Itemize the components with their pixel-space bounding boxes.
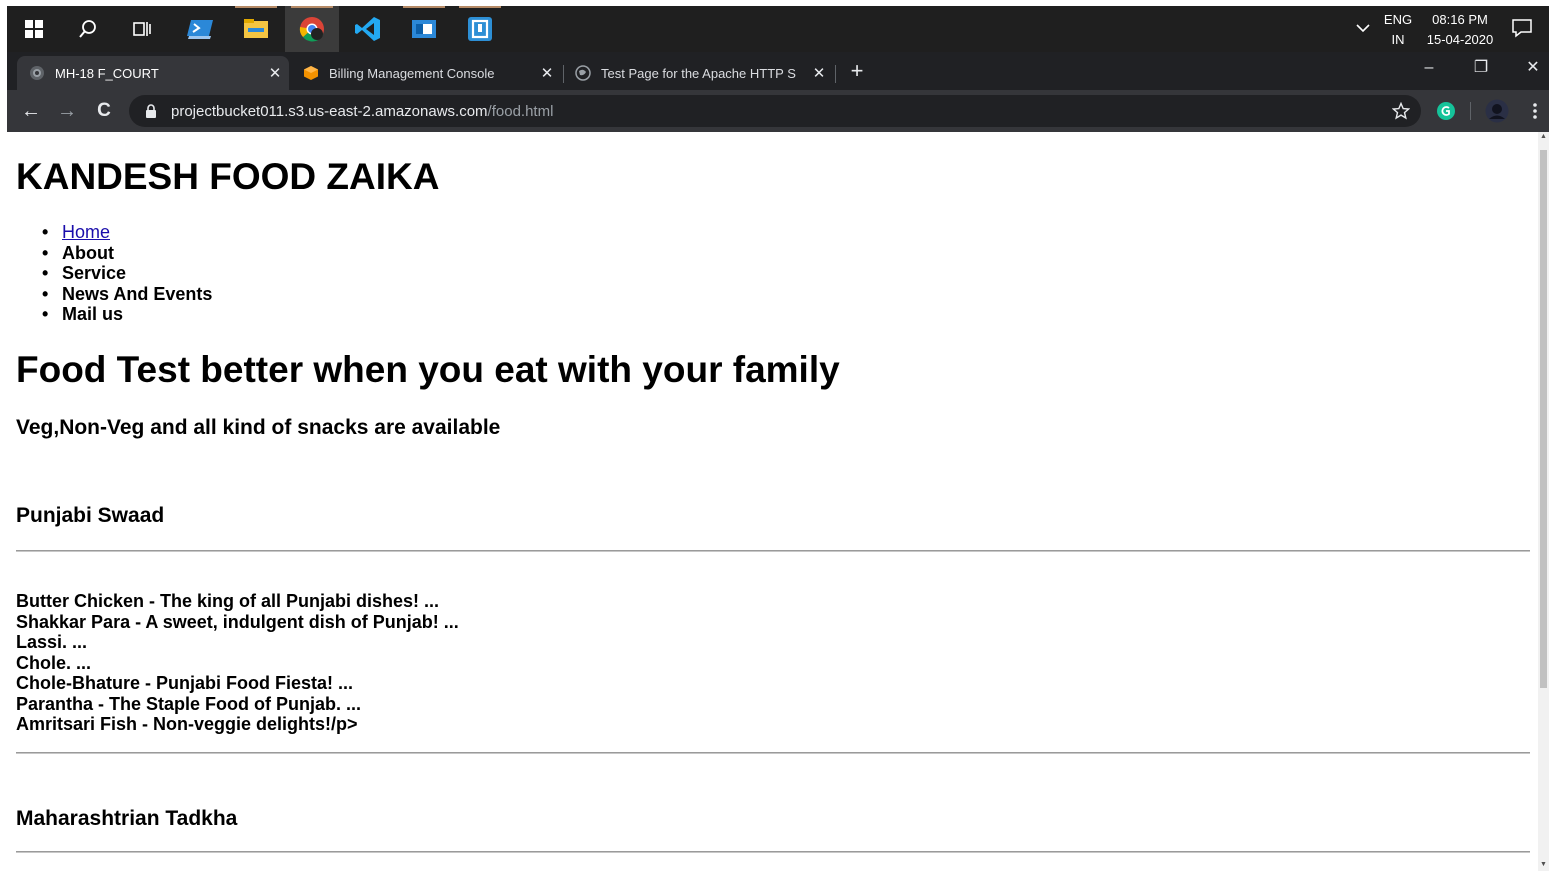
dish-item: Parantha - The Staple Food of Punjab. ..…	[16, 693, 362, 714]
site-heading: KANDESH FOOD ZAIKA	[16, 156, 440, 197]
globe-icon	[575, 65, 591, 81]
file-explorer-icon[interactable]	[229, 6, 283, 52]
tab-title: MH-18 F_COURT	[55, 65, 159, 81]
nav-item-home: Home	[38, 222, 212, 243]
scroll-down-icon[interactable]: ▼	[1540, 861, 1547, 868]
page-content: KANDESH FOOD ZAIKA Home About Service Ne…	[7, 132, 1538, 871]
section-title-punjabi: Punjabi Swaad	[16, 504, 165, 527]
globe-icon	[30, 66, 44, 80]
clock-time: 08:16 PM	[1432, 12, 1488, 27]
dish-list: Butter Chicken - The king of all Punjabi…	[16, 591, 459, 735]
windows-start-icon[interactable]	[7, 6, 61, 52]
restore-button[interactable]: ❐	[1455, 52, 1507, 86]
tab-billing-console[interactable]: Billing Management Console ✕	[291, 56, 561, 90]
dish-item: Lassi. ...	[16, 632, 88, 652]
star-icon[interactable]	[1387, 97, 1415, 125]
notification-icon[interactable]	[1509, 18, 1535, 44]
windows-taskbar: ENG IN 08:16 PM 15-04-2020	[7, 6, 1549, 52]
nav-item-service: Service	[38, 263, 212, 284]
url-host: projectbucket011.s3.us-east-2.amazonaws.…	[171, 102, 488, 120]
close-tab-icon[interactable]: ✕	[805, 64, 833, 82]
page-scrollbar[interactable]: ▲ ▼	[1538, 132, 1549, 871]
address-bar[interactable]: projectbucket011.s3.us-east-2.amazonaws.…	[129, 95, 1421, 127]
nav-item-mail-us: Mail us	[38, 304, 212, 325]
language-indicator[interactable]: ENG IN	[1381, 10, 1415, 50]
tab-mh18-fcourt[interactable]: MH-18 F_COURT ✕	[17, 56, 289, 90]
language-code: ENG	[1383, 12, 1413, 27]
back-button[interactable]: ←	[17, 97, 45, 125]
store-icon[interactable]	[397, 6, 451, 52]
clock-date: 15-04-2020	[1426, 32, 1494, 47]
divider	[16, 752, 1530, 754]
nav-item-about: About	[38, 243, 212, 264]
aws-icon	[304, 66, 318, 80]
nav-item-news-and-events: News And Events	[38, 284, 212, 305]
tab-title: Test Page for the Apache HTTP S	[601, 65, 796, 81]
section-title-maharashtrian: Maharashtrian Tadkha	[16, 807, 238, 830]
home-link[interactable]: Home	[62, 222, 110, 242]
search-icon[interactable]	[61, 6, 115, 52]
browser-tab-strip: MH-18 F_COURT ✕ Billing Management Conso…	[7, 52, 1549, 90]
divider	[16, 851, 1530, 853]
reload-button[interactable]: C	[90, 97, 118, 125]
tagline: Food Test better when you eat with your …	[16, 349, 840, 390]
task-view-icon[interactable]	[115, 6, 169, 52]
dish-item: Chole. ...	[16, 652, 92, 673]
dish-item: Chole-Bhature - Punjabi Food Fiesta! ...	[16, 673, 354, 693]
url-path: /food.html	[487, 102, 554, 120]
powershell-icon[interactable]	[173, 6, 227, 52]
forward-button[interactable]: →	[53, 97, 81, 125]
scrollbar-thumb[interactable]	[1540, 150, 1547, 688]
chrome-icon[interactable]	[285, 6, 339, 52]
profile-avatar-icon[interactable]	[1483, 97, 1511, 125]
menu-kebab-icon[interactable]	[1525, 97, 1545, 125]
site-nav: Home About Service News And Events Mail …	[38, 222, 212, 325]
close-tab-icon[interactable]: ✕	[261, 64, 289, 82]
divider	[16, 550, 1530, 552]
clock[interactable]: 08:16 PM 15-04-2020	[1423, 10, 1497, 50]
vscode-icon[interactable]	[341, 6, 395, 52]
dish-item: Amritsari Fish - Non-veggie delights!/p>	[16, 714, 358, 734]
close-window-button[interactable]: ✕	[1507, 52, 1549, 86]
browser-toolbar: ← → C projectbucket011.s3.us-east-2.amaz…	[7, 90, 1549, 132]
tab-separator	[835, 65, 836, 83]
toolbar-separator	[1470, 102, 1471, 120]
dish-item: Shakkar Para - A sweet, indulgent dish o…	[16, 611, 459, 632]
language-region: IN	[1391, 32, 1405, 47]
lock-icon[interactable]	[145, 104, 157, 118]
tab-apache-test-page[interactable]: Test Page for the Apache HTTP S ✕	[563, 56, 833, 90]
dish-item: Butter Chicken - The king of all Punjabi…	[16, 591, 440, 611]
grammarly-icon[interactable]	[1433, 97, 1459, 125]
tab-title: Billing Management Console	[329, 65, 495, 81]
subheading: Veg,Non-Veg and all kind of snacks are a…	[16, 416, 501, 439]
close-tab-icon[interactable]: ✕	[533, 64, 561, 82]
new-tab-button[interactable]: +	[843, 58, 871, 86]
scroll-up-icon[interactable]: ▲	[1540, 133, 1547, 140]
minimize-button[interactable]: –	[1403, 52, 1455, 86]
chevron-up-icon[interactable]	[1355, 19, 1371, 39]
app-icon[interactable]	[453, 6, 507, 52]
